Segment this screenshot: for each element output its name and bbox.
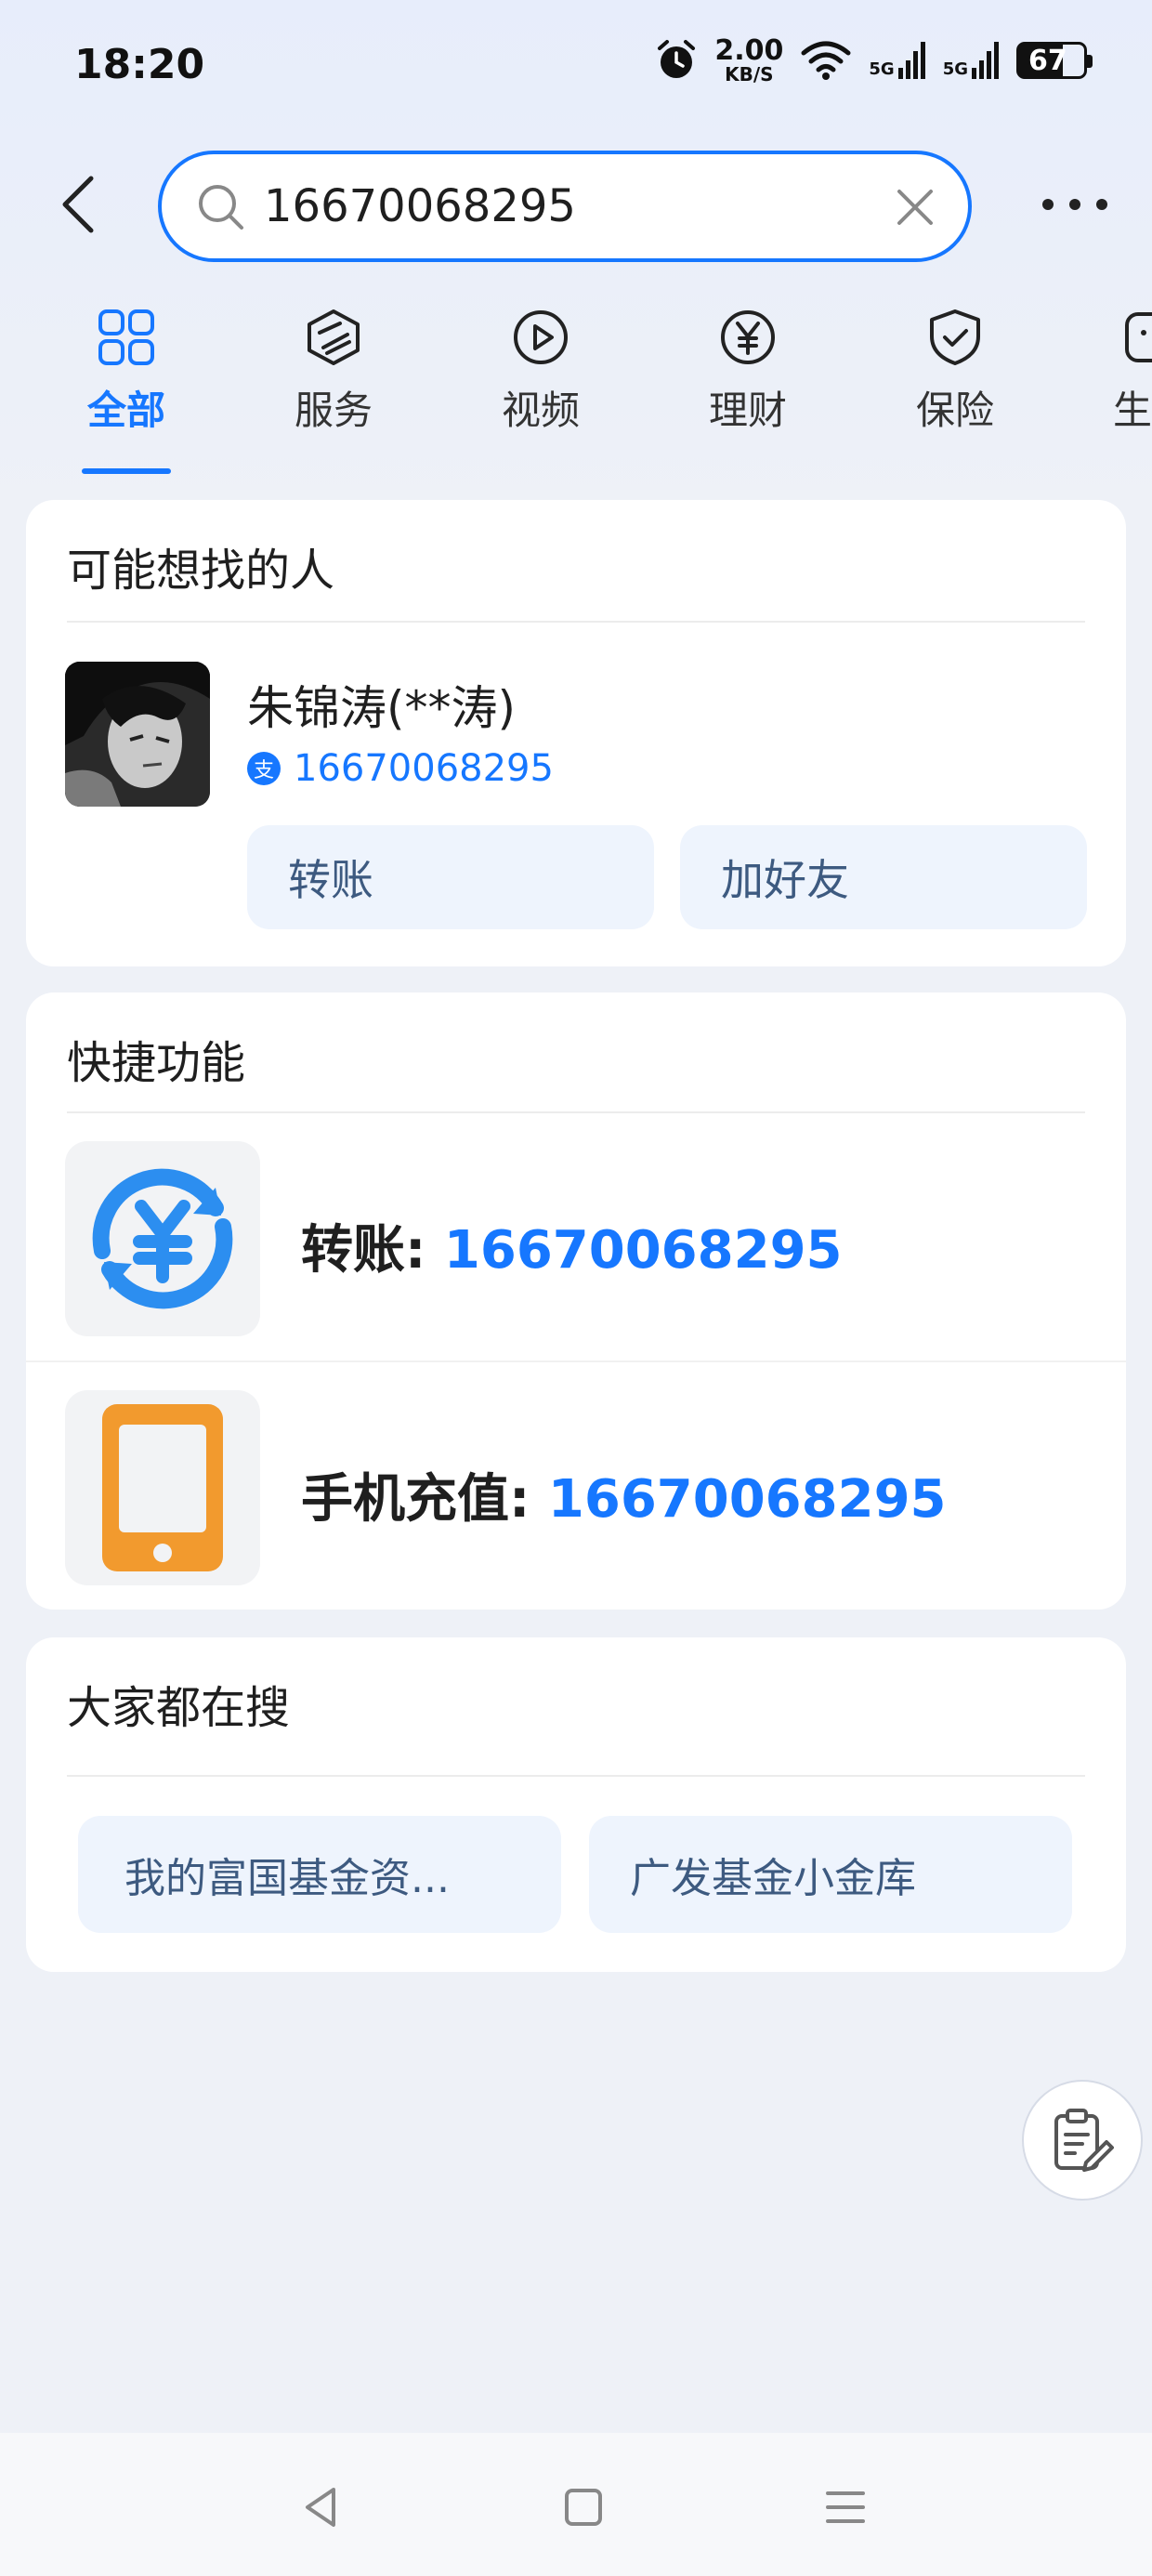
wifi-icon [801,41,851,80]
divider [67,621,1085,623]
tab-insurance[interactable]: 保险 [881,307,1029,436]
search-icon [199,185,243,230]
feedback-button[interactable] [1022,2080,1143,2201]
tab-video[interactable]: 视频 [466,307,615,436]
person-name: 朱锦涛(**涛) [247,681,517,735]
tab-services[interactable]: 服务 [259,307,408,436]
quick-item-transfer-text: 转账: 16670068295 [301,1220,843,1281]
alipay-icon: 支 [247,752,281,785]
phone-topup-icon [102,1404,223,1571]
nav-menu-button[interactable] [808,2470,883,2544]
quick-item-topup-text: 手机充值: 16670068295 [301,1469,947,1530]
hot-search-chip-label: 我的富国基金资... [124,1855,450,1902]
quick-item-transfer[interactable]: 转账: 16670068295 [26,1113,1126,1360]
transfer-button-label: 转账 [288,855,373,905]
signal-bars-icon [972,42,999,79]
hot-card-title: 大家都在搜 [67,1682,291,1734]
avatar-image [65,662,210,807]
network-speed: 2.00 KB/S [714,34,784,85]
active-tab-indicator [82,468,171,474]
hot-searches-card: 大家都在搜 我的富国基金资... 广发基金小金库 [26,1637,1126,1972]
nav-back-button[interactable] [284,2470,359,2544]
tab-label: 保险 [915,388,994,433]
quick-card-title: 快捷功能 [67,1037,246,1089]
more-options-button[interactable] [1042,186,1107,223]
cellular-signal-1: 5G [869,42,925,79]
add-friend-button-label: 加好友 [721,855,849,905]
grid-icon [98,309,154,365]
quick-functions-card: 快捷功能 转账: 16670068295 手机充值: 16670068295 [26,992,1126,1610]
transfer-icon-tile [65,1141,260,1336]
tab-label: 理财 [708,388,787,433]
hot-search-chip-label: 广发基金小金库 [630,1855,916,1902]
square-home-icon [565,2489,602,2526]
yen-icon [721,310,775,364]
dot [1096,199,1107,210]
person-phone: 支 16670068295 [247,747,554,790]
hot-search-chip[interactable]: 广发基金小金库 [589,1816,1072,1933]
menu-lines-icon [826,2491,865,2523]
status-time: 18:20 [74,41,205,88]
clear-search-button[interactable] [890,182,940,232]
category-tabs: 全部 服务 视频 理财 保险 生活 [0,307,1152,474]
add-friend-button[interactable]: 加好友 [680,825,1087,929]
signal-bars-icon [897,42,925,79]
tab-label: 生活 [1112,388,1152,433]
tab-all[interactable]: 全部 [52,307,201,436]
transfer-button[interactable]: 转账 [247,825,654,929]
quick-item-phone-topup[interactable]: 手机充值: 16670068295 [26,1362,1126,1610]
tab-label: 全部 [86,388,165,433]
person-phone-number: 16670068295 [294,747,554,790]
hot-search-chip[interactable]: 我的富国基金资... [78,1816,561,1933]
phone-topup-icon-tile [65,1390,260,1585]
tab-label: 视频 [501,388,580,433]
shield-icon [930,309,980,365]
clipboard-edit-icon [1054,2109,1114,2172]
cellular-signal-2: 5G [943,42,1000,79]
divider [67,1775,1085,1777]
quick-item-transfer-number: 16670068295 [443,1220,843,1281]
triangle-back-icon [306,2488,335,2527]
back-button[interactable] [50,172,106,237]
tab-finance[interactable]: 理财 [674,307,822,436]
battery-icon: 67 [1016,42,1093,79]
cube-icon [308,309,360,365]
search-input[interactable] [264,180,858,232]
play-icon [514,310,568,364]
dot [1042,199,1054,210]
people-card: 可能想找的人 朱锦涛(**涛) 支 16670068295 转账 加好友 [26,500,1126,966]
status-bar: 18:20 2.00 KB/S 5G 5G 67 [0,0,1152,139]
status-icons: 2.00 KB/S 5G 5G 67 [655,34,1093,85]
chevron-left-icon [62,176,94,233]
avatar[interactable] [65,662,210,807]
search-bar[interactable] [158,151,972,262]
tab-life[interactable]: 生活 [1078,307,1152,436]
nav-home-button[interactable] [546,2470,621,2544]
quick-item-topup-number: 16670068295 [547,1469,947,1530]
life-icon [1125,312,1152,362]
tab-label: 服务 [294,388,373,433]
people-card-title: 可能想找的人 [67,545,335,597]
transfer-yen-icon [92,1168,233,1309]
alarm-icon [658,40,696,78]
dot [1069,199,1080,210]
system-nav-bar [0,2433,1152,2576]
